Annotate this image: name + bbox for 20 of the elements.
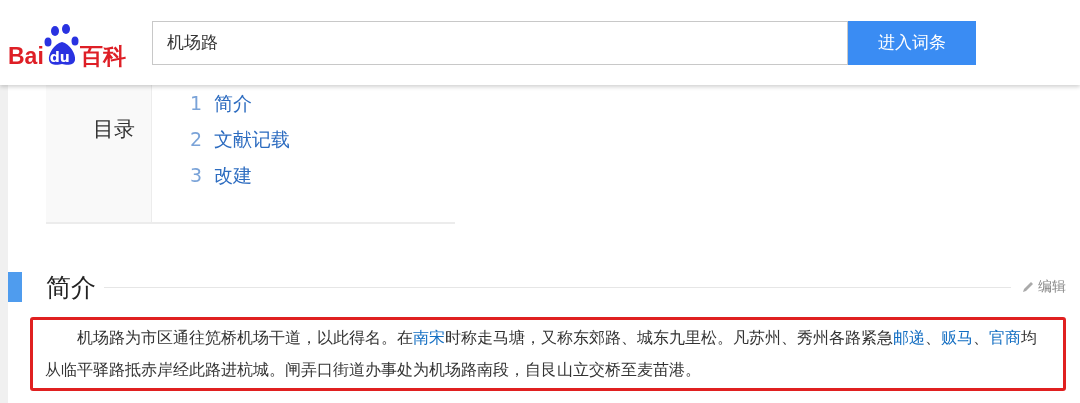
logo-text: 百科 [79, 44, 126, 68]
contents-title: 目录 [93, 116, 135, 143]
contents-link[interactable]: 3 改建 [190, 163, 291, 188]
logo-text: du [49, 49, 70, 64]
logo-text: Bai [8, 44, 44, 68]
section-marker [8, 272, 22, 302]
enter-entry-button[interactable]: 进入词条 [848, 20, 976, 65]
text-link[interactable]: 南宋 [413, 328, 446, 347]
text-link[interactable]: 官商 [989, 328, 1022, 347]
text-link[interactable]: 贩马 [941, 328, 974, 347]
edit-link[interactable]: 编辑 [1021, 278, 1066, 296]
contents-link[interactable]: 1 简介 [190, 91, 291, 116]
paragraph: 机场路为市区通往笕桥机场干道，以此得名。在南宋时称走马塘，又称东郊路、城东九里松。凡苏州、秀州各路紧急邮递、贩马、官商均从临平驿路抵赤岸经此路进杭城。闸弄口街道办事处为机场路南段，自艮山立交桥至麦苗港。 [30, 317, 1066, 391]
baidu-logo[interactable]: Bai du 百科 [8, 17, 152, 68]
paw-icon [43, 21, 80, 68]
contents-link[interactable]: 2 文献记载 [190, 127, 291, 152]
pencil-icon [1021, 280, 1035, 294]
search-field[interactable]: 机场路 [152, 20, 848, 65]
section-title: 简介 [46, 271, 96, 304]
text-link[interactable]: 邮递 [893, 328, 926, 347]
